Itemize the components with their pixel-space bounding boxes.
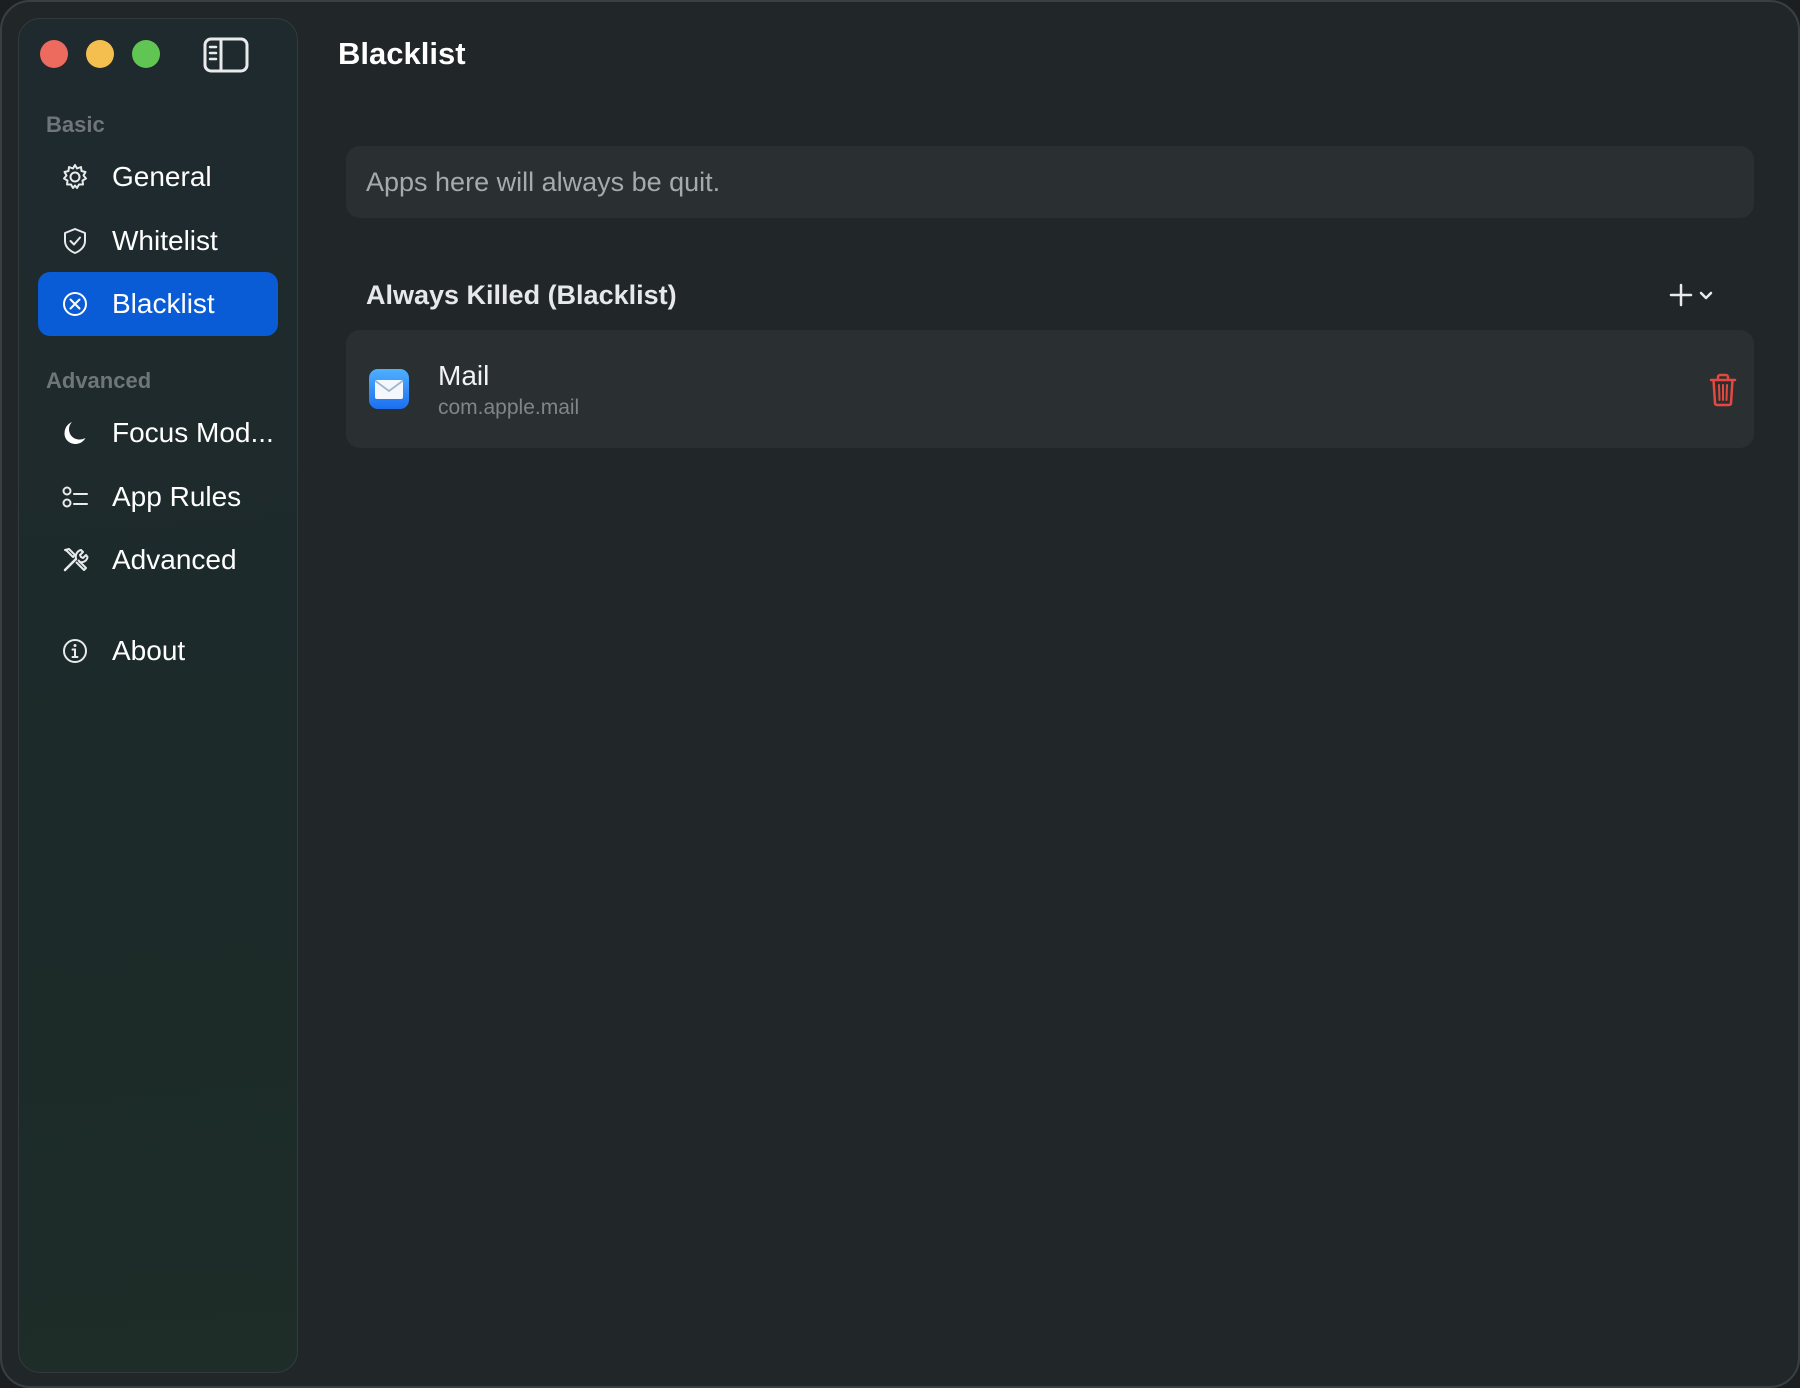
section-title: Always Killed (Blacklist)	[366, 280, 677, 310]
tools-icon	[60, 545, 90, 575]
sidebar-item-app-rules[interactable]: App Rules	[38, 465, 278, 529]
sidebar-item-focus-mode[interactable]: Focus Mod...	[38, 401, 278, 465]
minimize-window-button[interactable]	[86, 40, 114, 68]
description-text: Apps here will always be quit.	[366, 166, 721, 197]
shield-check-icon	[60, 226, 90, 256]
close-window-button[interactable]	[40, 40, 68, 68]
description-box: Apps here will always be quit.	[346, 146, 1754, 218]
sidebar-item-about[interactable]: About	[38, 619, 278, 683]
page-title: Blacklist	[338, 36, 466, 71]
checklist-icon	[60, 482, 90, 512]
sidebar-item-label: Advanced	[112, 544, 237, 575]
sidebar-toggle-button[interactable]	[202, 36, 250, 74]
info-circle-icon	[60, 636, 90, 666]
sidebar-item-label: Whitelist	[112, 225, 218, 256]
moon-icon	[60, 418, 90, 448]
sidebar-item-label: Focus Mod...	[112, 417, 274, 448]
sidebar-item-label: Blacklist	[112, 288, 215, 319]
sidebar-section-basic: Basic	[46, 112, 105, 137]
sidebar-item-label: About	[112, 635, 186, 666]
gear-icon	[60, 162, 90, 192]
x-circle-icon	[60, 289, 90, 319]
sidebar-item-label: App Rules	[112, 481, 242, 512]
delete-app-button[interactable]	[1706, 372, 1740, 408]
sidebar-toggle-icon	[203, 37, 249, 73]
blacklist-list: Mail com.apple.mail	[346, 330, 1754, 448]
trash-icon	[1709, 373, 1737, 407]
sidebar-section-advanced: Advanced	[46, 368, 152, 393]
sidebar-item-label: General	[112, 161, 212, 192]
sidebar-item-advanced[interactable]: Advanced	[38, 528, 278, 592]
chevron-down-icon	[1699, 291, 1713, 300]
app-bundle-id: com.apple.mail	[438, 396, 580, 419]
add-app-menu-button[interactable]	[1668, 278, 1728, 312]
sidebar-item-whitelist[interactable]: Whitelist	[38, 209, 278, 273]
plus-icon	[1669, 283, 1693, 307]
mail-app-icon	[369, 369, 409, 409]
zoom-window-button[interactable]	[132, 40, 160, 68]
app-window: Basic General Whitelist Blacklist Advanc…	[0, 0, 1800, 1388]
sidebar-item-blacklist[interactable]: Blacklist	[38, 272, 278, 336]
sidebar-item-general[interactable]: General	[38, 145, 278, 209]
app-name: Mail	[438, 360, 490, 391]
